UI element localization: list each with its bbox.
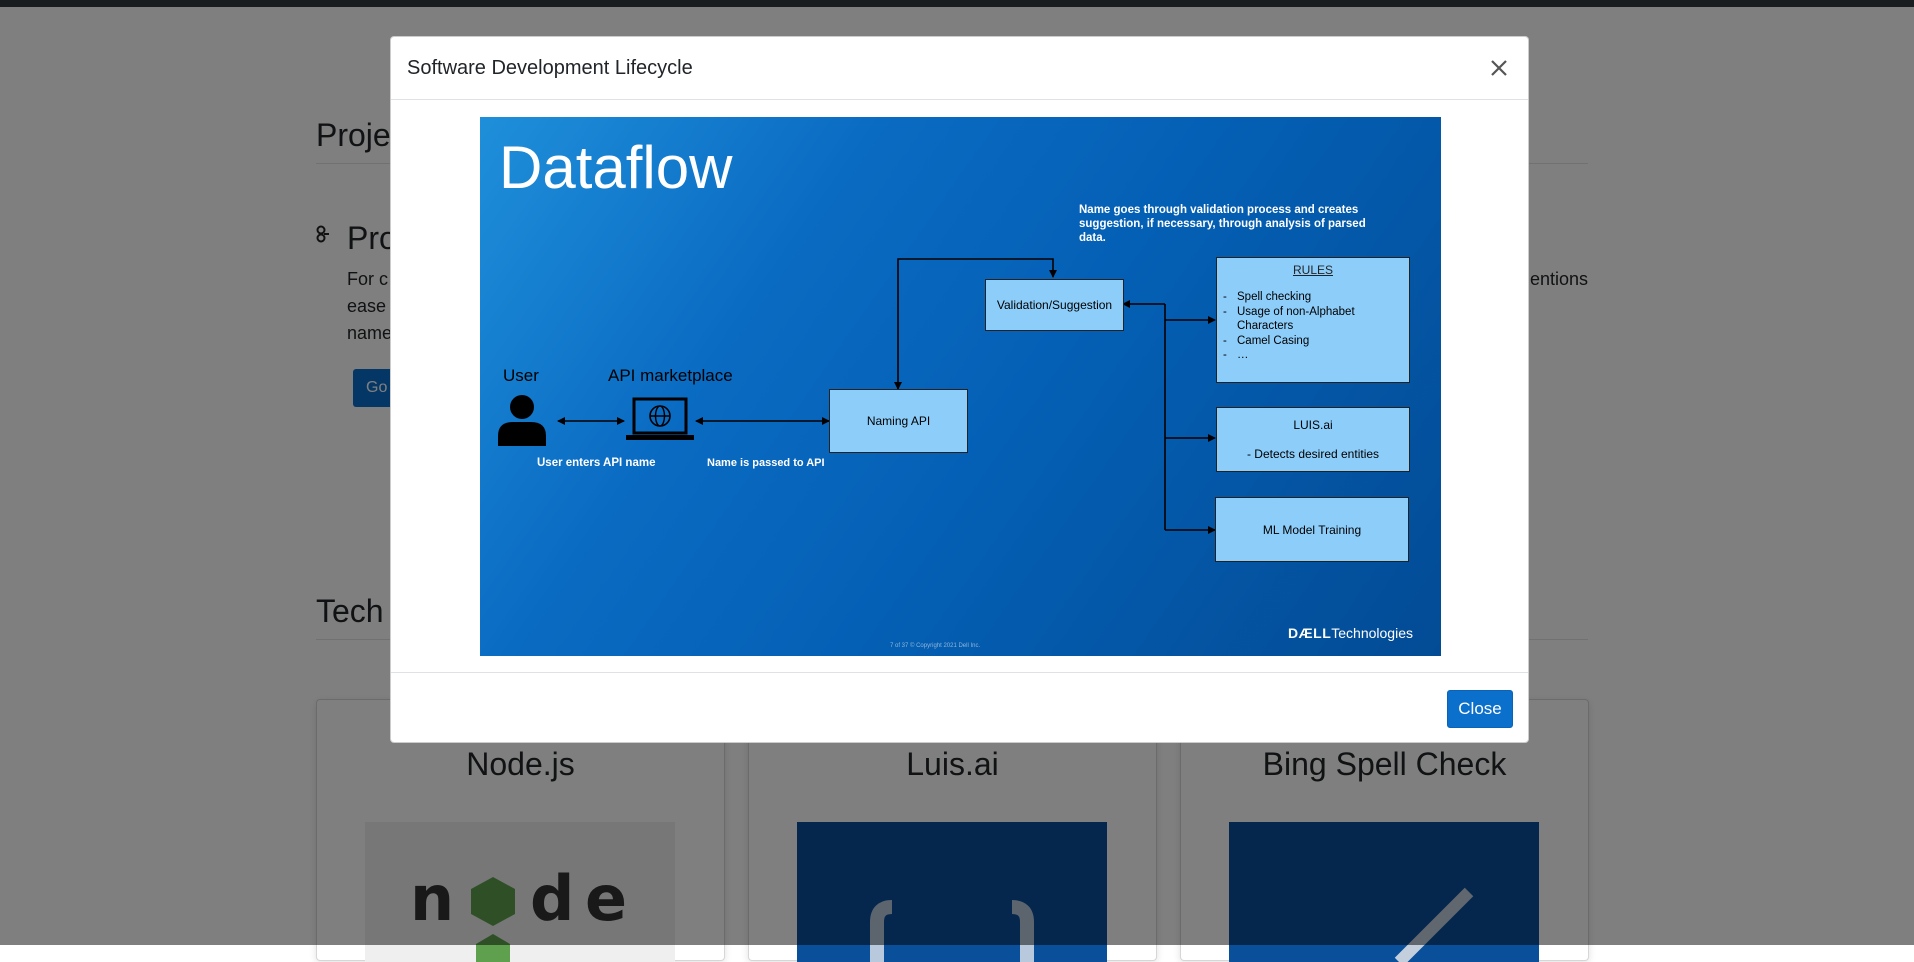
rules-box: RULES Spell checking Usage of non-Alphab…	[1216, 257, 1410, 383]
luis-box: LUIS.ai - Detects desired entities	[1216, 407, 1410, 472]
user-label: User	[503, 366, 539, 385]
modal-dialog: Software Development Lifecycle Dataflow	[390, 36, 1529, 743]
dataflow-slide-image: Dataflow User User enters API name API m…	[480, 117, 1441, 656]
modal-title: Software Development Lifecycle	[407, 57, 693, 79]
pass-caption: Name is passed to API	[707, 457, 825, 469]
user-caption: User enters API name	[537, 457, 656, 469]
ml-training-box: ML Model Training	[1215, 497, 1409, 562]
luis-title: LUIS.ai	[1293, 418, 1333, 432]
rule-item: Spell checking	[1223, 290, 1387, 305]
luis-detail: - Detects desired entities	[1246, 447, 1380, 461]
validation-box: Validation/Suggestion	[985, 279, 1124, 331]
user-icon	[498, 395, 546, 446]
dell-brand-bold: DÆLL	[1288, 625, 1332, 641]
ml-training-label: ML Model Training	[1262, 523, 1362, 537]
close-icon[interactable]	[1484, 53, 1514, 83]
flow-connectors	[557, 258, 1216, 534]
dell-technologies-logo: DÆLLTechnologies	[1288, 625, 1413, 641]
rules-list: Spell checking Usage of non-Alphabet Cha…	[1223, 290, 1387, 363]
rule-item: Camel Casing	[1223, 334, 1387, 349]
naming-api-box: Naming API	[829, 389, 968, 453]
close-button[interactable]: Close	[1447, 690, 1513, 728]
slide-footer: 7 of 37 © Copyright 2021 Dell Inc.	[890, 643, 981, 649]
validation-description: Name goes through validation process and…	[1079, 204, 1366, 244]
laptop-globe-icon	[626, 397, 694, 440]
naming-api-label: Naming API	[866, 414, 931, 428]
rule-item: Usage of non-Alphabet Characters	[1223, 305, 1387, 334]
rules-title: RULES	[1292, 263, 1333, 277]
api-marketplace-label: API marketplace	[608, 366, 733, 385]
rule-item: …	[1223, 348, 1387, 363]
modal-header: Software Development Lifecycle	[391, 37, 1528, 100]
validation-label: Validation/Suggestion	[996, 298, 1113, 312]
modal-footer: Close	[391, 672, 1528, 744]
dell-brand-rest: Technologies	[1331, 625, 1413, 641]
